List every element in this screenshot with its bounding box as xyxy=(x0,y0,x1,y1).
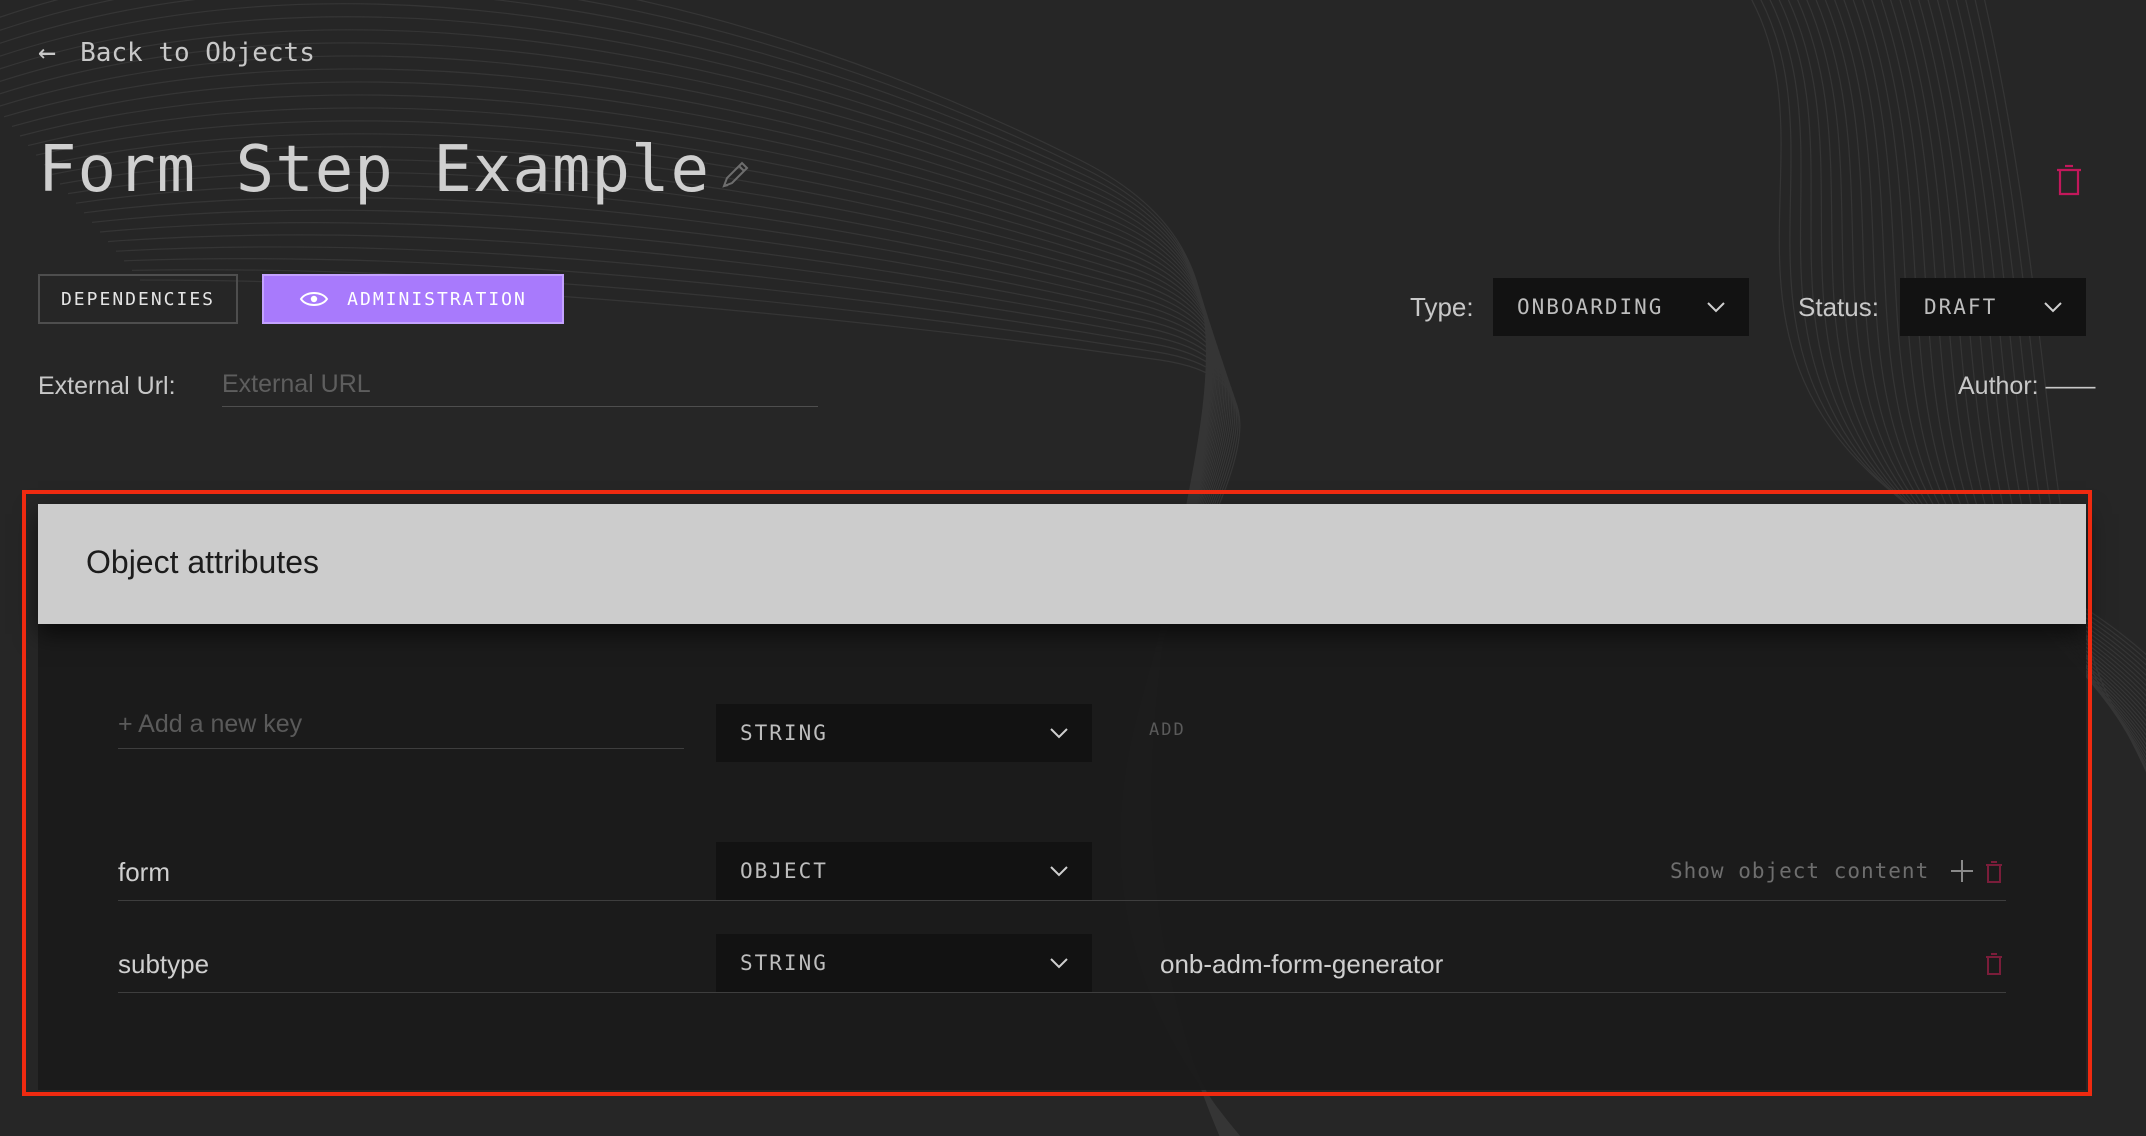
row-divider xyxy=(118,992,2006,993)
attribute-type-value: OBJECT xyxy=(740,859,828,883)
trash-icon[interactable] xyxy=(1984,859,2004,885)
new-key-input[interactable] xyxy=(118,700,684,749)
show-object-content-label: Show object content xyxy=(1670,859,1930,883)
author-label: Author: —— xyxy=(1958,372,2096,400)
new-key-type-value: STRING xyxy=(740,721,828,745)
tab-dependencies-label: DEPENDENCIES xyxy=(60,288,216,310)
page-title: Form Step Example xyxy=(38,133,711,207)
add-key-button[interactable]: ADD xyxy=(1149,720,1186,740)
new-key-type-select[interactable]: STRING xyxy=(716,704,1092,762)
tab-administration-label: ADMINISTRATION xyxy=(347,288,527,310)
chevron-down-icon xyxy=(1050,958,1068,969)
chevron-down-icon xyxy=(1050,728,1068,739)
row-divider xyxy=(118,900,2006,901)
attribute-type-select[interactable]: OBJECT xyxy=(716,842,1092,900)
tab-dependencies[interactable]: DEPENDENCIES xyxy=(38,274,238,324)
status-select-value: DRAFT xyxy=(1924,295,1998,319)
attribute-key: form xyxy=(118,857,170,887)
show-object-content-button[interactable]: Show object content xyxy=(1670,858,1975,884)
eye-icon xyxy=(299,292,329,306)
trash-icon[interactable] xyxy=(1984,951,2004,977)
chevron-down-icon xyxy=(1050,866,1068,877)
status-select[interactable]: DRAFT xyxy=(1900,278,2086,336)
attribute-type-value: STRING xyxy=(740,951,828,975)
attribute-value[interactable]: onb-adm-form-generator xyxy=(1160,949,1443,980)
type-label: Type: xyxy=(1410,292,1474,322)
type-select-value: ONBOARDING xyxy=(1517,295,1664,319)
pencil-icon[interactable] xyxy=(718,158,752,192)
back-link-label: Back to Objects xyxy=(80,38,315,68)
arrow-left-icon: ← xyxy=(38,35,57,70)
external-url-input[interactable] xyxy=(222,362,818,407)
tab-administration[interactable]: ADMINISTRATION xyxy=(262,274,564,324)
attributes-panel-title: Object attributes xyxy=(86,544,319,580)
attribute-key: subtype xyxy=(118,949,210,979)
attribute-type-select[interactable]: STRING xyxy=(716,934,1092,992)
trash-icon[interactable] xyxy=(2054,162,2084,198)
chevron-down-icon xyxy=(2044,302,2062,313)
external-url-label: External Url: xyxy=(38,372,176,400)
attributes-panel-header: Object attributes xyxy=(38,504,2086,624)
back-to-objects-link[interactable]: ← Back to Objects xyxy=(38,36,315,70)
status-label: Status: xyxy=(1798,292,1879,322)
chevron-down-icon xyxy=(1707,302,1725,313)
type-select[interactable]: ONBOARDING xyxy=(1493,278,1749,336)
plus-icon xyxy=(1951,860,1974,882)
